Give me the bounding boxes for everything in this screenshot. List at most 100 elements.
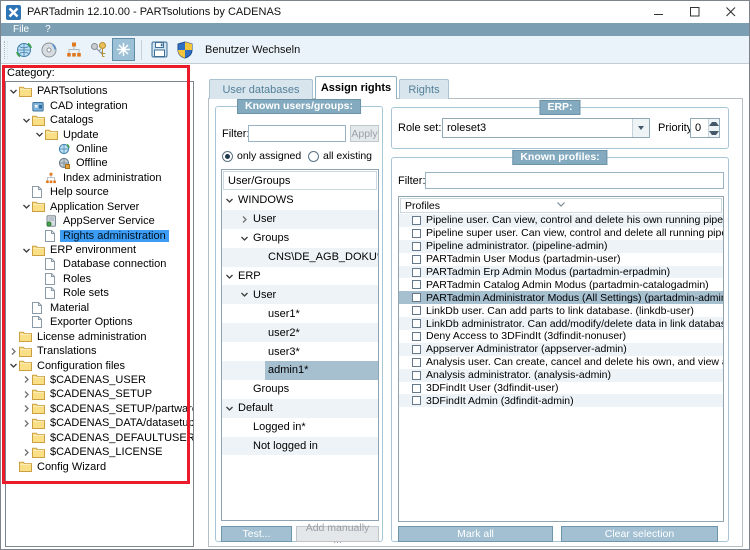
category-tree-item[interactable]: Exporter Options (6, 315, 193, 329)
profile-checkbox[interactable] (412, 241, 421, 251)
chevron-down-icon[interactable] (632, 119, 649, 137)
category-tree-item[interactable]: Role sets (6, 286, 193, 300)
switch-user-shield-icon[interactable] (173, 38, 196, 61)
profile-item[interactable]: 3DFindIt User (3dfindit-user) (399, 382, 723, 395)
profile-item[interactable]: Analysis user. Can create, cancel and de… (399, 356, 723, 369)
user-groups-item[interactable]: Logged in* (222, 418, 378, 437)
chevron-down-icon[interactable] (22, 202, 32, 211)
profiles-filter-input[interactable] (425, 172, 724, 189)
chevron-down-icon[interactable] (225, 272, 235, 281)
chevron-right-icon[interactable] (22, 448, 32, 457)
user-groups-item[interactable]: Not logged in (222, 436, 378, 456)
chevron-down-icon[interactable] (225, 196, 235, 205)
close-icon[interactable] (713, 1, 749, 23)
profile-item[interactable]: PARTadmin User Modus (partadmin-user) (399, 253, 723, 266)
user-groups-item[interactable]: WINDOWS (222, 191, 378, 210)
radio-only-assigned-icon[interactable] (222, 150, 233, 162)
update-offline-icon[interactable] (37, 38, 60, 61)
user-groups-list-header[interactable]: User/Groups (223, 171, 377, 190)
chevron-right-icon[interactable] (22, 404, 32, 413)
tab-user-databases[interactable]: User databases (209, 79, 313, 99)
category-tree-item[interactable]: PARTsolutions (6, 84, 193, 98)
user-groups-item[interactable]: user1* (222, 304, 378, 323)
chevron-down-icon[interactable] (22, 116, 32, 125)
profile-checkbox[interactable] (412, 293, 421, 303)
profiles-list-header[interactable]: Profiles (400, 198, 722, 213)
category-tree-item[interactable]: License administration (6, 329, 193, 343)
profile-item[interactable]: PARTadmin Erp Admin Modus (partadmin-erp… (399, 265, 723, 279)
switch-user-label[interactable]: Benutzer Wechseln (205, 44, 300, 56)
category-tree-item[interactable]: Online (6, 142, 193, 156)
toolbar-gripper[interactable] (4, 40, 8, 59)
chevron-right-icon[interactable] (9, 347, 19, 356)
profile-item[interactable]: LinkDb administrator. Can add/modify/del… (399, 317, 723, 331)
profile-item[interactable]: PARTadmin Administrator Modus (All Setti… (399, 291, 723, 305)
profile-item[interactable]: Pipeline administrator. (pipeline-admin) (399, 239, 723, 253)
profile-checkbox[interactable] (412, 254, 421, 264)
radio-all-existing[interactable]: all existing (308, 150, 372, 162)
user-groups-item[interactable]: user2* (222, 323, 378, 343)
tab-assign-rights[interactable]: Assign rights (315, 76, 397, 99)
chevron-down-icon[interactable] (22, 246, 32, 255)
profile-checkbox[interactable] (412, 215, 421, 225)
category-tree-item[interactable]: Translations (6, 344, 193, 358)
category-tree-item[interactable]: Application Server (6, 200, 193, 214)
chevron-down-icon[interactable] (240, 234, 250, 243)
update-online-icon[interactable] (12, 38, 35, 61)
menu-file[interactable]: File (5, 23, 37, 36)
category-tree-item[interactable]: Index administration (6, 171, 193, 185)
category-tree-item[interactable]: $CADENAS_LICENSE (6, 445, 193, 459)
tab-rights[interactable]: Rights (399, 79, 449, 99)
category-tree-item[interactable]: AppServer Service (6, 214, 193, 228)
role-set-combobox[interactable]: roleset3 (442, 118, 650, 138)
user-groups-item[interactable]: CNS\DE_AGB_DOKU* (222, 247, 378, 267)
users-filter-input[interactable] (248, 125, 346, 142)
profile-checkbox[interactable] (412, 228, 421, 238)
chevron-down-icon[interactable] (35, 130, 45, 139)
clear-selection-button[interactable]: Clear selection (561, 526, 718, 542)
test-button[interactable]: Test... (221, 526, 292, 542)
index-administration-icon[interactable] (62, 38, 85, 61)
mark-all-button[interactable]: Mark all (398, 526, 553, 542)
add-manually-button[interactable]: Add manually ... (296, 522, 379, 546)
category-tree-item[interactable]: $CADENAS_DEFAULTUSER (6, 431, 193, 445)
save-icon[interactable] (148, 38, 171, 61)
minimize-icon[interactable] (641, 1, 677, 23)
profile-checkbox[interactable] (412, 383, 421, 393)
profile-item[interactable]: 3DFindIt Admin (3dfindit-admin) (399, 394, 723, 408)
chevron-down-icon[interactable] (9, 361, 19, 370)
profile-checkbox[interactable] (412, 344, 421, 354)
user-groups-item[interactable]: admin1* (222, 361, 378, 380)
rights-administration-icon[interactable] (87, 38, 110, 61)
chevron-down-icon[interactable] (225, 404, 235, 413)
priority-stepper[interactable]: 0 (690, 118, 720, 138)
radio-only-assigned[interactable]: only assigned (222, 150, 301, 162)
maximize-icon[interactable] (677, 1, 713, 23)
chevron-right-icon[interactable] (22, 375, 32, 384)
menu-help[interactable]: ? (37, 23, 59, 36)
user-groups-item[interactable]: user3* (222, 342, 378, 361)
category-tree-item[interactable]: Update (6, 127, 193, 141)
category-tree-item[interactable]: $CADENAS_DATA/datasetup (6, 416, 193, 430)
user-groups-item[interactable]: ERP (222, 267, 378, 286)
profile-checkbox[interactable] (412, 370, 421, 380)
user-groups-item[interactable]: Groups (222, 380, 378, 399)
category-tree-item[interactable]: $CADENAS_SETUP/partwarehouse (6, 402, 193, 416)
profile-item[interactable]: Appserver Administrator (appserver-admin… (399, 342, 723, 356)
chevron-right-icon[interactable] (240, 215, 250, 224)
user-groups-item[interactable]: Groups (222, 229, 378, 248)
category-tree-item[interactable]: Roles (6, 272, 193, 286)
profile-checkbox[interactable] (412, 357, 421, 367)
category-tree-item[interactable]: Rights administration (6, 228, 193, 242)
profile-checkbox[interactable] (412, 280, 421, 290)
category-tree-item[interactable]: Config Wizard (6, 459, 193, 473)
profile-checkbox[interactable] (412, 306, 421, 316)
profile-item[interactable]: Deny Access to 3DFindIt (3dfindit-nonuse… (399, 330, 723, 343)
profile-item[interactable]: Analysis administrator. (analysis-admin) (399, 368, 723, 382)
chevron-down-icon[interactable] (9, 87, 19, 96)
profile-item[interactable]: LinkDb user. Can add parts to link datab… (399, 304, 723, 317)
category-tree-item[interactable]: Configuration files (6, 358, 193, 372)
category-tree-item[interactable]: CAD integration (6, 98, 193, 112)
profile-item[interactable]: Pipeline super user. Can view, control a… (399, 227, 723, 240)
category-tree-item[interactable]: $CADENAS_USER (6, 373, 193, 387)
